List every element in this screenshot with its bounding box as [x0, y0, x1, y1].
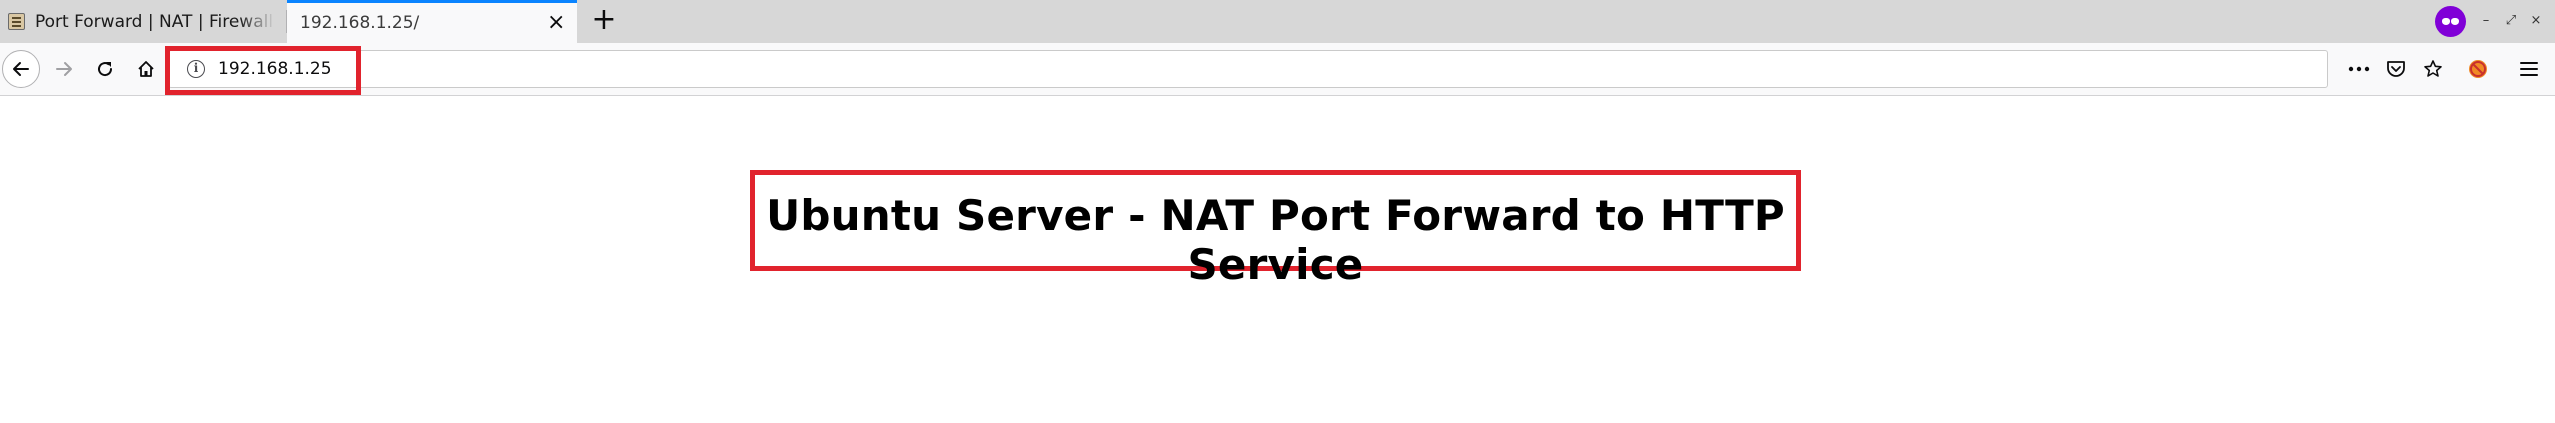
reload-button[interactable]: [89, 53, 121, 85]
menu-button[interactable]: [2513, 53, 2545, 85]
close-window-button[interactable]: ×: [2526, 9, 2546, 33]
plus-icon[interactable]: +: [589, 5, 619, 36]
private-browsing-mask-icon: [2435, 6, 2466, 37]
minimize-button[interactable]: –: [2476, 9, 2496, 33]
url-bar[interactable]: i 192.168.1.25: [168, 50, 2328, 88]
forward-button[interactable]: [48, 53, 80, 85]
more-actions-icon: [2348, 66, 2370, 72]
heading-highlight-box: Ubuntu Server - NAT Port Forward to HTTP…: [750, 170, 1801, 289]
tab-strip: Port Forward | NAT | Firewall 192.168.1.…: [0, 0, 2555, 43]
pocket-button[interactable]: [2381, 50, 2411, 88]
hamburger-menu-icon: [2520, 62, 2538, 76]
close-tab-icon[interactable]: ×: [547, 12, 565, 34]
blocked-addon-icon: [2469, 60, 2487, 78]
url-highlight-box: [165, 46, 361, 95]
maximize-button[interactable]: ⤢: [2501, 9, 2521, 33]
home-button[interactable]: [130, 53, 162, 85]
tab-active-page[interactable]: 192.168.1.25/ ×: [287, 0, 577, 43]
pocket-icon: [2387, 61, 2405, 77]
page-actions-button[interactable]: [2344, 50, 2374, 88]
tab-title: Port Forward | NAT | Firewall: [35, 11, 274, 32]
home-icon: [138, 61, 154, 77]
bookmark-star-icon: [2424, 60, 2442, 77]
page-content: Ubuntu Server - NAT Port Forward to HTTP…: [0, 97, 2555, 423]
page-heading: Ubuntu Server - NAT Port Forward to HTTP…: [766, 191, 1785, 289]
bookmark-button[interactable]: [2418, 50, 2448, 88]
addon-button[interactable]: [2462, 53, 2494, 85]
back-arrow-icon: [13, 62, 29, 76]
tab-port-forward[interactable]: Port Forward | NAT | Firewall: [0, 0, 286, 43]
reload-icon: [98, 62, 113, 77]
navigation-toolbar: i 192.168.1.25: [0, 43, 2555, 96]
site-favicon-icon: [8, 13, 25, 30]
back-button[interactable]: [2, 50, 40, 88]
browser-window: Port Forward | NAT | Firewall 192.168.1.…: [0, 0, 2555, 423]
tab-title: 192.168.1.25/: [300, 13, 420, 33]
forward-arrow-icon: [56, 62, 72, 76]
